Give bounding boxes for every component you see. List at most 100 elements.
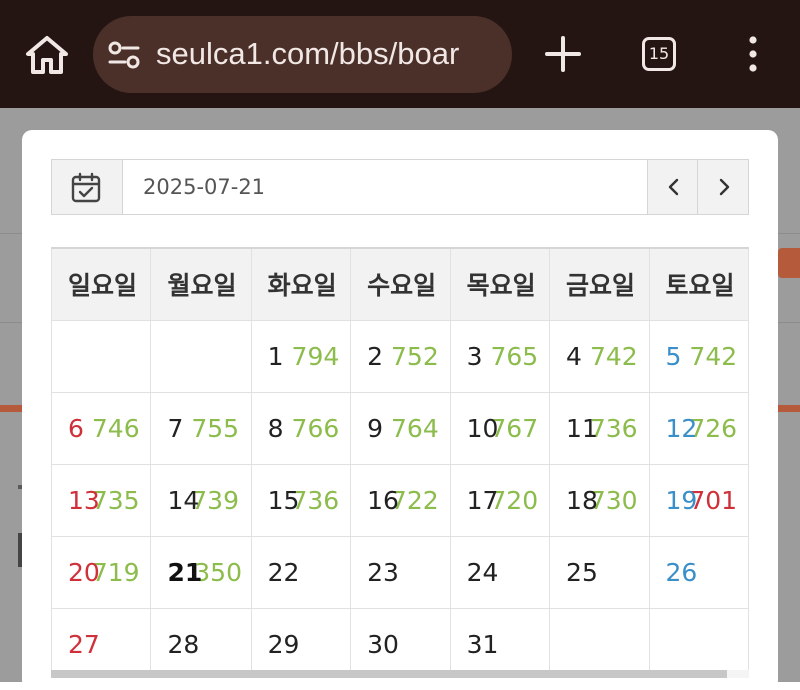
- day-number: 22: [267, 557, 300, 587]
- calendar-day-cell[interactable]: 4 742: [549, 319, 650, 393]
- day-number: 29: [267, 629, 300, 659]
- calendar-day-cell[interactable]: 7 755: [150, 391, 252, 465]
- day-number: 1: [267, 341, 284, 371]
- day-number: 8: [267, 413, 284, 443]
- calendar-day-cell[interactable]: 27: [51, 607, 152, 677]
- calendar-scroll-container[interactable]: 일요일 월요일 화요일 수요일 목요일 금요일 토요일 1 794 2 752 3 765…: [51, 247, 749, 677]
- calendar-day-cell[interactable]: 13735: [51, 463, 152, 537]
- calendar-day-cell[interactable]: 22: [250, 535, 352, 609]
- calendar-day-cell[interactable]: 9 764: [350, 391, 451, 465]
- prev-month-button[interactable]: [647, 160, 698, 214]
- day-number: 2: [367, 341, 384, 371]
- calendar-day-cell[interactable]: 17720: [449, 463, 551, 537]
- day-value: 742: [589, 341, 638, 371]
- calendar-day-cell[interactable]: 29: [250, 607, 352, 677]
- more-vertical-icon: [749, 36, 757, 72]
- calendar-day-cell[interactable]: 12726: [648, 391, 749, 465]
- url-text[interactable]: seulca1.com/bbs/boar: [156, 34, 512, 74]
- day-number: 31: [466, 629, 499, 659]
- day-number: 6: [68, 413, 84, 443]
- calendar-empty-cell: [51, 319, 152, 393]
- day-number: 25: [566, 557, 598, 587]
- weekday-header: 월요일: [150, 247, 252, 321]
- calendar-button[interactable]: [52, 160, 123, 214]
- calendar-day-cell[interactable]: 21350: [150, 535, 252, 609]
- calendar-empty-cell: [150, 319, 252, 393]
- weekday-header: 금요일: [549, 247, 650, 321]
- day-number: 13: [68, 485, 100, 515]
- calendar-day-cell[interactable]: 30: [350, 607, 451, 677]
- calendar-day-cell[interactable]: 8 766: [250, 391, 352, 465]
- calendar-day-cell[interactable]: 19701: [648, 463, 749, 537]
- day-number: 14: [167, 485, 200, 515]
- calendar-empty-cell: [648, 607, 749, 677]
- calendar-day-cell[interactable]: 11736: [549, 391, 650, 465]
- calendar-day-cell[interactable]: 10767: [449, 391, 551, 465]
- calendar-day-cell[interactable]: 14739: [150, 463, 252, 537]
- calendar-grid: 일요일 월요일 화요일 수요일 목요일 금요일 토요일 1 794 2 752 3 765…: [51, 247, 749, 677]
- chevron-right-icon: [719, 178, 730, 196]
- calendar-day-cell[interactable]: 3 765: [449, 319, 551, 393]
- calendar-day-cell[interactable]: 20719: [51, 535, 152, 609]
- address-bar[interactable]: seulca1.com/bbs/boar: [93, 16, 512, 93]
- day-number: 7: [167, 413, 184, 443]
- calendar-day-cell[interactable]: 25: [549, 535, 650, 609]
- day-value: 766: [291, 413, 340, 443]
- day-number: 20: [68, 557, 100, 587]
- plus-icon: [545, 36, 581, 72]
- scrollbar-thumb[interactable]: [51, 670, 727, 678]
- day-number: 27: [68, 629, 100, 659]
- calendar-week-row: 20719 21350 22 23 24 25 26: [51, 535, 749, 609]
- site-info-icon[interactable]: [107, 39, 141, 71]
- calendar-day-cell[interactable]: 6 746: [51, 391, 152, 465]
- day-number: 30: [367, 629, 399, 659]
- home-button[interactable]: [22, 32, 72, 78]
- day-number: 28: [167, 629, 200, 659]
- calendar-day-cell[interactable]: 2 752: [350, 319, 451, 393]
- weekday-header-row: 일요일 월요일 화요일 수요일 목요일 금요일 토요일: [51, 247, 749, 321]
- browser-toolbar: seulca1.com/bbs/boar 15: [0, 0, 800, 108]
- calendar-day-cell[interactable]: 28: [150, 607, 252, 677]
- day-value: 765: [490, 341, 539, 371]
- calendar-week-row: 6 746 7 755 8 766 9 764 10767 11736 12726: [51, 391, 749, 465]
- background-badge: [778, 248, 800, 278]
- day-number: 4: [566, 341, 582, 371]
- chevron-left-icon: [668, 178, 679, 196]
- browser-menu-button[interactable]: [740, 34, 766, 74]
- calendar-day-cell[interactable]: 23: [350, 535, 451, 609]
- date-input-group: [51, 159, 749, 215]
- new-tab-button[interactable]: [540, 30, 586, 78]
- weekday-header: 토요일: [648, 247, 749, 321]
- calendar-day-cell[interactable]: 31: [449, 607, 551, 677]
- calendar-day-cell[interactable]: 18730: [549, 463, 650, 537]
- day-number: 19: [665, 485, 698, 515]
- day-number: 18: [566, 485, 598, 515]
- calendar-week-row: 27 28 29 30 31: [51, 607, 749, 677]
- day-value: 755: [191, 413, 240, 443]
- calendar-week-row: 13735 14739 15736 16722 17720 18730 19701: [51, 463, 749, 537]
- tab-switcher-button[interactable]: 15: [642, 37, 676, 71]
- horizontal-scrollbar[interactable]: [51, 670, 749, 678]
- calendar-day-cell[interactable]: 26: [648, 535, 749, 609]
- calendar-day-cell[interactable]: 1 794: [250, 319, 352, 393]
- calendar-day-cell[interactable]: 5 742: [648, 319, 749, 393]
- day-number: 5: [665, 341, 682, 371]
- day-number: 16: [367, 485, 399, 515]
- weekday-header: 목요일: [449, 247, 551, 321]
- day-number: 21: [167, 557, 203, 587]
- weekday-header: 화요일: [250, 247, 352, 321]
- weekday-header: 수요일: [350, 247, 451, 321]
- calendar-day-cell[interactable]: 24: [449, 535, 551, 609]
- day-number: 17: [466, 485, 499, 515]
- calendar-day-cell[interactable]: 16722: [350, 463, 451, 537]
- day-value: 746: [91, 413, 140, 443]
- day-number: 3: [466, 341, 483, 371]
- day-number: 11: [566, 413, 598, 443]
- calendar-day-cell[interactable]: 15736: [250, 463, 352, 537]
- date-input[interactable]: [123, 160, 647, 214]
- day-value: 752: [391, 341, 439, 371]
- next-month-button[interactable]: [697, 160, 748, 214]
- day-value: 764: [391, 413, 439, 443]
- day-number: 9: [367, 413, 384, 443]
- day-number: 12: [665, 413, 698, 443]
